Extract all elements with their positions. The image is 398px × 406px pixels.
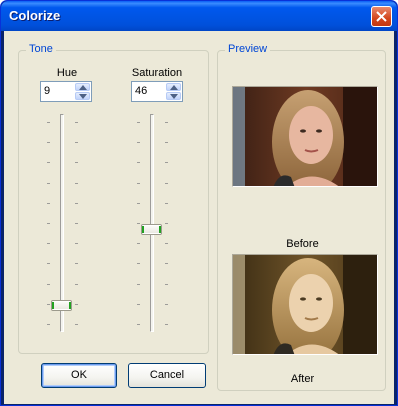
slider-tick [75,223,78,224]
slider-tick [75,284,78,285]
cancel-button[interactable]: Cancel [128,363,206,388]
tone-group-label: Tone [26,43,56,55]
slider-tick [165,162,168,163]
slider-tick [137,324,140,325]
saturation-spin-down-button[interactable] [166,92,181,100]
slider-tick [47,304,50,305]
saturation-spin-up-button[interactable] [166,83,181,91]
after-label: After [290,373,315,385]
slider-tick [47,324,50,325]
slider-tick [165,324,168,325]
slider-tick [47,162,50,163]
saturation-slider-thumb[interactable] [141,224,162,235]
slider-tick [47,142,50,143]
preview-group-label: Preview [225,43,271,55]
slider-tick [165,304,168,305]
slider-tick [75,183,78,184]
spin-up-arrow-icon [170,85,178,90]
slider-tick [137,122,140,123]
slider-tick [47,243,50,244]
window-title: Colorize [9,8,61,23]
saturation-label: Saturation [131,67,183,79]
before-label: Before [286,238,319,250]
slider-tick [75,203,78,204]
tone-group: Tone Hue 9 Saturation 46 [18,43,209,354]
slider-tick [137,284,140,285]
slider-tick [165,122,168,123]
slider-tick [165,263,168,264]
saturation-value[interactable]: 46 [135,85,147,97]
slider-tick [137,304,140,305]
slider-tick [47,223,50,224]
hue-spin-up-button[interactable] [75,83,90,91]
close-icon [376,11,387,22]
dialog-body: Tone Hue 9 Saturation 46 Preview Before … [4,31,394,404]
saturation-slider-track[interactable] [150,114,154,332]
slider-tick [137,183,140,184]
hue-label: Hue [56,67,78,79]
slider-tick [165,284,168,285]
hue-spin-down-button[interactable] [75,92,90,100]
saturation-spinbox[interactable]: 46 [131,81,183,102]
slider-tick [75,162,78,163]
slider-tick [165,243,168,244]
slider-tick [165,223,168,224]
spin-up-arrow-icon [79,85,87,90]
slider-tick [137,243,140,244]
slider-tick [137,162,140,163]
slider-tick [47,122,50,123]
slider-tick [47,203,50,204]
spin-down-arrow-icon [79,94,87,99]
slider-tick [165,142,168,143]
slider-tick [75,142,78,143]
hue-value[interactable]: 9 [44,85,50,97]
hue-slider-thumb[interactable] [51,300,72,311]
slider-tick [75,263,78,264]
close-button[interactable] [371,6,392,27]
slider-tick [137,203,140,204]
slider-tick [47,263,50,264]
slider-tick [75,304,78,305]
ok-button[interactable]: OK [41,363,117,388]
spin-down-arrow-icon [170,94,178,99]
slider-tick [165,203,168,204]
slider-tick [75,122,78,123]
slider-tick [75,243,78,244]
slider-tick [137,263,140,264]
slider-tick [137,142,140,143]
slider-tick [165,183,168,184]
slider-tick [47,284,50,285]
after-preview-image [232,254,378,355]
colorize-dialog: Colorize Tone Hue 9 Saturation 46 Previe… [0,0,398,406]
preview-group: Preview Before After [217,43,386,391]
slider-tick [75,324,78,325]
before-preview-image [232,86,378,187]
slider-tick [137,223,140,224]
hue-spinbox[interactable]: 9 [40,81,92,102]
title-bar[interactable]: Colorize [1,1,397,31]
slider-tick [47,183,50,184]
